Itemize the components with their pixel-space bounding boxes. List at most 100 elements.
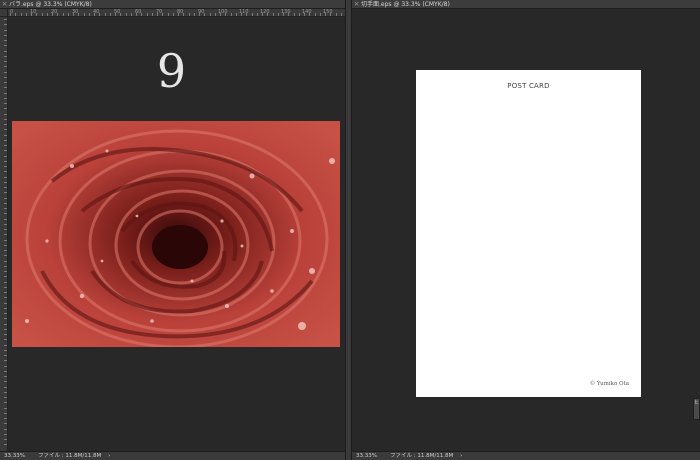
file-size-info: ファイル : 11.8M/11.8M bbox=[390, 453, 454, 459]
ruler-tick bbox=[4, 24, 7, 26]
ruler-tick bbox=[230, 13, 232, 16]
ruler-tick bbox=[62, 13, 64, 16]
ruler-tick bbox=[314, 13, 316, 16]
ruler-tick bbox=[4, 160, 7, 162]
ruler-tick bbox=[4, 66, 7, 68]
ruler-tick bbox=[4, 328, 7, 330]
ruler-tick bbox=[298, 13, 300, 16]
ruler-tick bbox=[4, 108, 7, 110]
ruler-tick bbox=[4, 124, 7, 125]
ruler-tick bbox=[4, 407, 7, 409]
ruler-tick bbox=[220, 13, 221, 16]
document-window-bara: × バラ.eps @ 33.3% (CMYK/8) 0 10 20 30 40 … bbox=[0, 0, 345, 460]
ruler-tick bbox=[172, 13, 174, 16]
status-bar: 33.33% ファイル : 11.8M/11.8M › bbox=[352, 451, 700, 460]
ruler-tick bbox=[178, 13, 179, 16]
ruler-tick bbox=[288, 13, 290, 16]
ruler-tick bbox=[4, 150, 7, 152]
zoom-level[interactable]: 33.33% bbox=[356, 452, 377, 460]
ruler-tick bbox=[4, 103, 7, 104]
document-tab-title: 切手面.eps @ 33.3% (CMYK/8) bbox=[361, 0, 450, 8]
ruler-tick bbox=[4, 113, 7, 115]
ruler-tick bbox=[73, 13, 74, 16]
ruler-tick bbox=[4, 391, 7, 393]
collapsed-panel-tab[interactable]: ヒ bbox=[693, 398, 700, 420]
ruler-tick bbox=[4, 412, 7, 414]
ruler-tick bbox=[293, 13, 295, 16]
rose-image bbox=[12, 121, 340, 347]
ruler-tick bbox=[4, 97, 7, 99]
ruler-tick bbox=[188, 13, 190, 16]
ruler-tick bbox=[4, 260, 7, 262]
ruler-tick bbox=[241, 13, 242, 16]
ruler-tick bbox=[4, 302, 7, 304]
ruler-tick bbox=[4, 166, 7, 167]
ruler-tick bbox=[4, 402, 7, 404]
ruler-tick bbox=[4, 370, 7, 372]
ruler-tick bbox=[4, 313, 7, 314]
status-menu-arrow-icon[interactable]: › bbox=[460, 452, 462, 460]
ruler-tick bbox=[4, 45, 7, 47]
ruler-tick bbox=[4, 360, 7, 362]
rose-photo-illustration bbox=[12, 121, 340, 347]
ruler-tick bbox=[4, 71, 7, 73]
ruler-tick bbox=[4, 355, 7, 356]
document-tab-kitte[interactable]: × 切手面.eps @ 33.3% (CMYK/8) bbox=[352, 0, 700, 9]
ruler-tick bbox=[4, 129, 7, 131]
ruler-tick bbox=[4, 276, 7, 278]
ruler-tick bbox=[130, 13, 132, 16]
ruler-tick bbox=[4, 29, 7, 31]
vertical-ruler[interactable] bbox=[0, 17, 8, 451]
status-menu-arrow-icon[interactable]: › bbox=[108, 452, 110, 460]
ruler-tick bbox=[4, 192, 7, 194]
ruler-tick bbox=[109, 13, 111, 16]
ruler-tick bbox=[88, 13, 90, 16]
postcard-artboard: POST CARD © Yumiko Ota bbox=[416, 70, 641, 397]
ruler-tick bbox=[4, 223, 7, 225]
status-bar: 33.33% ファイル : 11.8M/11.8M › bbox=[0, 451, 345, 460]
zoom-level[interactable]: 33.33% bbox=[4, 452, 25, 460]
ruler-tick bbox=[304, 13, 305, 16]
ruler-tick bbox=[4, 171, 7, 173]
ruler-tick bbox=[340, 13, 342, 16]
ruler-tick bbox=[4, 145, 7, 146]
ruler-tick bbox=[78, 13, 80, 16]
ruler-tick bbox=[262, 13, 263, 16]
ruler-tick bbox=[99, 13, 101, 16]
ruler-tick bbox=[94, 13, 95, 16]
ruler-tick bbox=[4, 218, 7, 220]
ruler-tick bbox=[277, 13, 279, 16]
ruler-tick bbox=[52, 13, 53, 16]
ruler-tick bbox=[4, 155, 7, 157]
ruler-tick bbox=[10, 13, 11, 16]
ruler-tick bbox=[4, 208, 7, 209]
document-tab-bara[interactable]: × バラ.eps @ 33.3% (CMYK/8) bbox=[0, 0, 345, 9]
ruler-tick bbox=[204, 13, 206, 16]
ruler-tick bbox=[330, 13, 332, 16]
ruler-tick bbox=[4, 281, 7, 283]
ruler-tick bbox=[125, 13, 127, 16]
ruler-tick bbox=[115, 13, 116, 16]
ruler-tick bbox=[199, 13, 200, 16]
close-icon[interactable]: × bbox=[0, 0, 9, 9]
ruler-tick bbox=[104, 13, 106, 16]
ruler-tick bbox=[162, 13, 164, 16]
ruler-tick bbox=[4, 292, 7, 293]
ruler-tick bbox=[4, 40, 7, 41]
ruler-tick bbox=[4, 82, 7, 83]
ruler-tick bbox=[319, 13, 321, 16]
ruler-tick bbox=[4, 239, 7, 241]
ruler-tick bbox=[4, 118, 7, 120]
window-divider[interactable] bbox=[345, 0, 352, 460]
horizontal-ruler[interactable]: 0 10 20 30 40 50 60 70 80 90 100 110 120… bbox=[8, 9, 345, 17]
page-number-text: 9 bbox=[156, 44, 188, 98]
ruler-tick bbox=[283, 13, 284, 16]
ruler-tick bbox=[151, 13, 153, 16]
ruler-tick bbox=[4, 87, 7, 89]
ruler-tick bbox=[4, 244, 7, 246]
close-icon[interactable]: × bbox=[352, 0, 361, 9]
ruler-tick bbox=[157, 13, 158, 16]
ruler-tick bbox=[251, 13, 253, 16]
ruler-tick bbox=[4, 444, 7, 446]
ruler-origin[interactable] bbox=[0, 9, 8, 17]
